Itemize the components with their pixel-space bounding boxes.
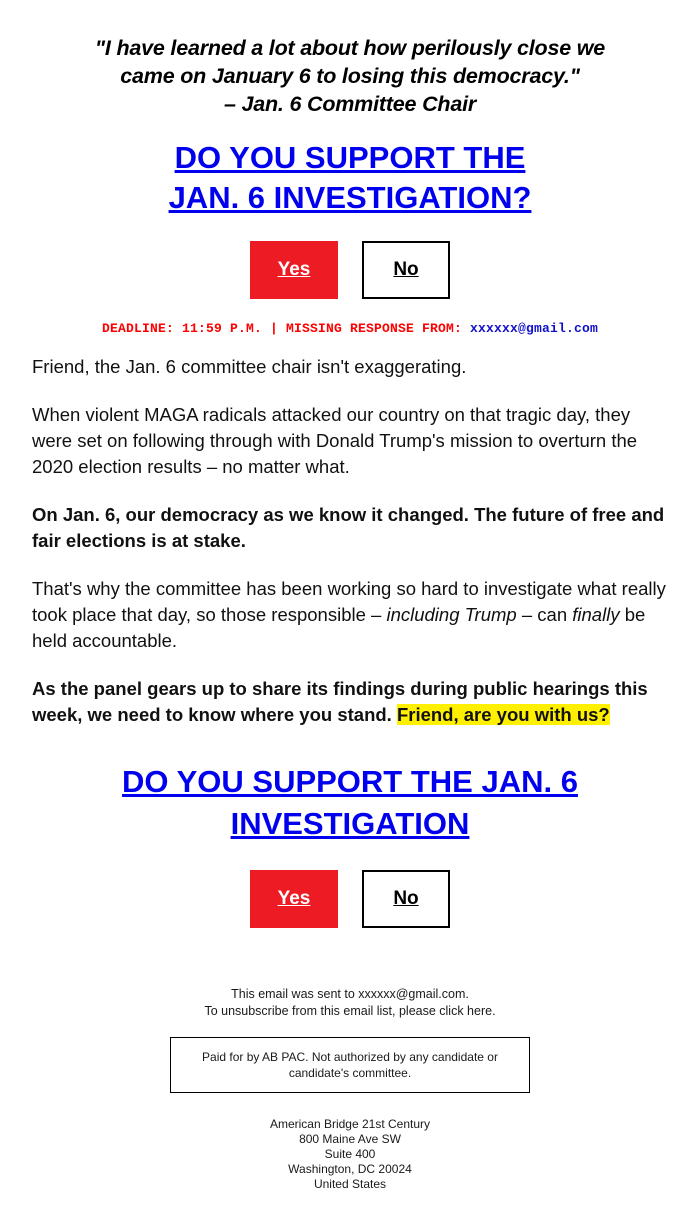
paragraph-4: That's why the committee has been workin…	[32, 576, 668, 654]
button-gap	[338, 870, 362, 871]
paragraph-2: When violent MAGA radicals attacked our …	[32, 404, 638, 477]
postal-address: American Bridge 21st Century 800 Maine A…	[0, 1093, 700, 1192]
vote-buttons-bottom: Yes No	[0, 845, 700, 928]
button-gap	[338, 241, 362, 242]
address-line-3: Suite 400	[324, 1147, 376, 1161]
footer-sent-to: This email was sent to xxxxxx@gmail.com.…	[0, 986, 700, 1020]
paragraph-4-emphasis-2: finally	[572, 604, 620, 625]
vote-buttons-top: Yes No	[0, 218, 700, 299]
headline-bottom-line-2: INVESTIGATION	[230, 806, 470, 841]
headline-block-bottom: DO YOU SUPPORT THE JAN. 6 INVESTIGATION	[0, 728, 700, 845]
address-line-5: United States	[313, 1177, 387, 1191]
headline-link-top[interactable]: DO YOU SUPPORT THE JAN. 6 INVESTIGATION?	[169, 140, 532, 215]
no-button-top[interactable]: No	[362, 241, 450, 299]
headline-top-line-2: JAN. 6 INVESTIGATION?	[168, 180, 532, 215]
paragraph-1: Friend, the Jan. 6 committee chair isn't…	[32, 356, 467, 377]
address-line-2: 800 Maine Ave SW	[299, 1132, 401, 1146]
footer-unsubscribe-line[interactable]: To unsubscribe from this email list, ple…	[20, 1003, 680, 1020]
quote-line-2: came on January 6 to losing this democra…	[120, 64, 580, 88]
quote-line-1: "I have learned a lot about how perilous…	[94, 36, 606, 60]
yes-button-bottom[interactable]: Yes	[250, 870, 338, 928]
email-body: "I have learned a lot about how perilous…	[0, 0, 700, 1205]
paragraph-5: As the panel gears up to share its findi…	[32, 676, 668, 728]
email-copy: Friend, the Jan. 6 committee chair isn't…	[0, 336, 700, 728]
yes-button-top[interactable]: Yes	[250, 241, 338, 299]
paid-for-disclaimer-text: Paid for by AB PAC. Not authorized by an…	[202, 1050, 498, 1080]
highlighted-question: Friend, are you with us?	[396, 704, 610, 725]
paragraph-4-part-b: – can	[516, 604, 573, 625]
no-button-bottom[interactable]: No	[362, 870, 450, 928]
address-line-4: Washington, DC 20024	[288, 1162, 412, 1176]
footer-sent-to-line: This email was sent to xxxxxx@gmail.com.	[231, 987, 469, 1001]
recipient-email: xxxxxx@gmail.com	[470, 321, 599, 336]
quote-attribution: – Jan. 6 Committee Chair	[223, 92, 477, 116]
headline-link-bottom[interactable]: DO YOU SUPPORT THE JAN. 6 INVESTIGATION	[122, 764, 578, 841]
headline-top-line-1: DO YOU SUPPORT THE	[174, 140, 526, 175]
paid-for-disclaimer-box: Paid for by AB PAC. Not authorized by an…	[170, 1037, 530, 1093]
deadline-text: DEADLINE: 11:59 P.M. | MISSING RESPONSE …	[101, 321, 471, 336]
address-line-1: American Bridge 21st Century	[269, 1117, 431, 1131]
headline-bottom-line-1: DO YOU SUPPORT THE JAN. 6	[122, 764, 578, 799]
headline-block-top: DO YOU SUPPORT THE JAN. 6 INVESTIGATION?	[0, 118, 700, 218]
paragraph-4-emphasis-1: including Trump	[386, 604, 517, 625]
deadline-banner: DEADLINE: 11:59 P.M. | MISSING RESPONSE …	[0, 299, 700, 336]
paragraph-3: On Jan. 6, our democracy as we know it c…	[32, 504, 665, 551]
pull-quote: "I have learned a lot about how perilous…	[0, 0, 700, 118]
